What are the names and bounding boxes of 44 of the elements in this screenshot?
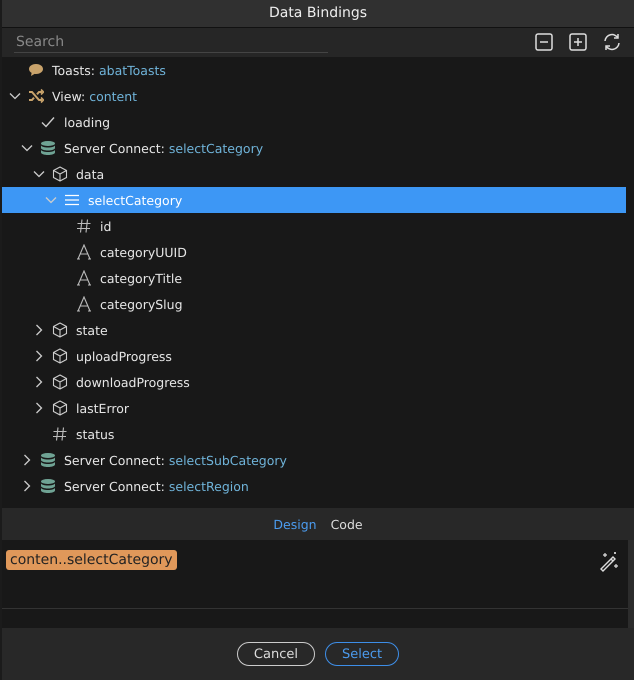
tree-item[interactable]: Server Connect: selectSubCategory bbox=[2, 447, 626, 473]
chat-bubble-icon bbox=[28, 62, 44, 78]
hash-icon bbox=[76, 218, 92, 234]
cube-icon bbox=[52, 322, 68, 338]
window-title: Data Bindings bbox=[268, 5, 368, 22]
tree-item[interactable]: categoryTitle bbox=[2, 265, 626, 291]
cube-icon bbox=[52, 374, 68, 390]
tree-item[interactable]: state bbox=[2, 317, 626, 343]
tree-item[interactable]: Server Connect: selectCategory bbox=[2, 135, 626, 161]
tree-item[interactable]: lastError bbox=[2, 395, 626, 421]
binding-token[interactable]: conten..selectCategory bbox=[6, 550, 177, 570]
hash-icon bbox=[52, 426, 68, 442]
tree-item[interactable]: downloadProgress bbox=[2, 369, 626, 395]
tree-item[interactable]: loading bbox=[2, 109, 626, 135]
database-icon bbox=[40, 478, 56, 494]
shuffle-icon bbox=[28, 88, 44, 104]
list-icon bbox=[64, 192, 80, 208]
cube-icon bbox=[52, 348, 68, 364]
tree-item[interactable]: categoryUUID bbox=[2, 239, 626, 265]
tree-item[interactable]: id bbox=[2, 213, 626, 239]
cancel-button[interactable]: Cancel bbox=[236, 642, 315, 666]
expression-editor[interactable]: conten..selectCategory bbox=[2, 540, 634, 628]
tree-item[interactable]: data bbox=[2, 161, 626, 187]
refresh-icon[interactable] bbox=[602, 32, 622, 52]
letter-icon bbox=[76, 244, 92, 260]
expand-all-icon[interactable] bbox=[568, 32, 588, 52]
tree-item[interactable]: Server Connect: selectRegion bbox=[2, 473, 626, 499]
tree-item[interactable]: uploadProgress bbox=[2, 343, 626, 369]
tree-item[interactable]: Toasts: abatToasts bbox=[2, 57, 626, 83]
tab[interactable]: Code bbox=[330, 516, 363, 532]
tab[interactable]: Design bbox=[273, 516, 317, 532]
tree-item[interactable]: View: content bbox=[2, 83, 626, 109]
collapse-all-icon[interactable] bbox=[534, 32, 554, 52]
database-icon bbox=[40, 140, 56, 156]
letter-icon bbox=[76, 296, 92, 312]
letter-icon bbox=[76, 270, 92, 286]
cube-icon bbox=[52, 400, 68, 416]
database-icon bbox=[40, 452, 56, 468]
tree-item[interactable]: status bbox=[2, 421, 626, 447]
cube-icon bbox=[52, 166, 68, 182]
select-button[interactable]: Select bbox=[324, 642, 400, 666]
magic-wand-icon[interactable] bbox=[598, 550, 620, 572]
search-field[interactable]: Search bbox=[14, 32, 328, 53]
tree-item[interactable]: categorySlug bbox=[2, 291, 626, 317]
